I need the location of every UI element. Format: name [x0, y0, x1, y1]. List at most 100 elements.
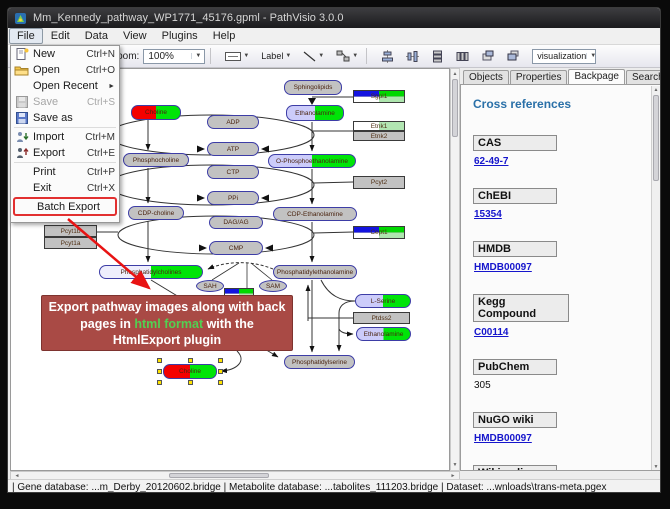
file-menu-print[interactable]: PrintCtrl+P	[11, 164, 119, 180]
label-tool-button[interactable]: Label ▼	[258, 48, 294, 65]
gene-box-ptdss2[interactable]: Ptdss2	[353, 312, 410, 324]
node-ctp[interactable]: CTP	[207, 165, 259, 179]
stack-horizontal-button[interactable]	[453, 48, 472, 65]
node-l-serine[interactable]: L-Serine	[355, 294, 411, 308]
selection-handle[interactable]	[188, 380, 193, 385]
node-adp[interactable]: ADP	[207, 115, 259, 129]
menu-edit[interactable]: Edit	[44, 29, 77, 43]
cross-reference-link[interactable]: C00114	[474, 327, 661, 338]
tab-properties[interactable]: Properties	[510, 70, 568, 85]
node-choline-selected[interactable]: Choline	[163, 364, 217, 379]
file-menu-new[interactable]: NewCtrl+N	[11, 46, 119, 62]
align-center-y-button[interactable]	[403, 48, 422, 65]
bring-to-front-button[interactable]	[478, 48, 497, 65]
gene-box-sgpl1[interactable]: Sgpl1	[353, 90, 405, 103]
file-menu-exit[interactable]: ExitCtrl+X	[11, 180, 119, 196]
tab-backpage[interactable]: Backpage	[568, 69, 624, 85]
title-bar[interactable]: Mm_Kennedy_pathway_WP1771_45176.gpml - P…	[8, 8, 660, 28]
gene-box-etnk1[interactable]: Etnk1	[353, 121, 405, 131]
label-tool-text: Label	[261, 51, 283, 61]
node-phosphatidylethanolamine[interactable]: Phosphatidylethanolamine	[273, 265, 357, 279]
stack-vertical-button[interactable]	[428, 48, 447, 65]
node-sam[interactable]: SAM	[259, 280, 287, 292]
chevron-down-icon[interactable]: ▼	[243, 53, 249, 59]
backpage-section-cas: CAS 62-49-7	[473, 135, 661, 167]
menu-file[interactable]: File	[9, 28, 43, 44]
shape-tool-button[interactable]: ▼	[333, 48, 361, 65]
node-dag-ag[interactable]: DAG/AG	[209, 216, 263, 229]
selection-handle[interactable]	[157, 369, 162, 374]
save-as-icon	[14, 112, 30, 124]
node-ethanolamine[interactable]: Ethanolamine	[286, 105, 344, 121]
node-cmp[interactable]: CMP	[209, 241, 263, 255]
section-header: ChEBI	[473, 188, 557, 204]
align-center-x-button[interactable]	[378, 48, 397, 65]
node-phosphocholine[interactable]: Phosphocholine	[123, 153, 189, 167]
cross-reference-link[interactable]: HMDB00097	[474, 433, 661, 444]
scroll-up-icon[interactable]: ▲	[451, 71, 459, 77]
status-bar: | Gene database: ...m_Derby_20120602.bri…	[8, 479, 660, 493]
canvas-vertical-scrollbar[interactable]: ▲ ▼	[450, 68, 460, 471]
cross-reference-link[interactable]: HMDB00097	[474, 262, 661, 273]
file-menu-batch-export[interactable]: Batch Export	[15, 199, 115, 214]
scroll-down-icon[interactable]: ▼	[451, 462, 459, 468]
file-menu-save[interactable]: SaveCtrl+S	[11, 94, 119, 110]
node-ppi[interactable]: PPi	[207, 191, 259, 205]
file-menu-import[interactable]: ImportCtrl+M	[11, 129, 119, 145]
gene-product-tool-button[interactable]: ▼	[222, 48, 252, 65]
menu-data[interactable]: Data	[78, 29, 115, 43]
file-menu-export[interactable]: ExportCtrl+E	[11, 145, 119, 161]
node-sphingolipids[interactable]: Sphingolipids	[284, 80, 342, 95]
node-choline[interactable]: Choline	[131, 105, 181, 120]
scrollbar-thumb[interactable]	[169, 473, 269, 478]
chevron-down-icon[interactable]: ▼	[586, 53, 599, 59]
chevron-down-icon[interactable]: ▼	[352, 53, 358, 59]
node-atp[interactable]: ATP	[207, 142, 259, 156]
scrollbar-thumb[interactable]	[653, 95, 659, 181]
cross-reference-link[interactable]: 62-49-7	[474, 156, 661, 167]
selection-handle[interactable]	[218, 369, 223, 374]
zoom-combobox[interactable]: 100% ▼	[143, 49, 205, 64]
shape-tool-icon	[336, 50, 350, 62]
scroll-up-icon[interactable]: ▲	[652, 87, 660, 93]
selection-handle[interactable]	[218, 380, 223, 385]
node-cdp-ethanolamine[interactable]: CDP-Ethanolamine	[273, 207, 357, 221]
annotation-callout: Export pathway images along with back pa…	[41, 295, 293, 351]
node-o-phosphoethanolamine[interactable]: O-Phosphoethanolamine	[268, 154, 356, 168]
send-to-back-button[interactable]	[503, 48, 522, 65]
selection-handle[interactable]	[157, 358, 162, 363]
file-menu-open-recent[interactable]: Open Recent ►	[11, 78, 119, 94]
gene-box-etnk2[interactable]: Etnk2	[353, 131, 405, 141]
cross-reference-value: 305	[474, 380, 661, 391]
node-ethanolamine-2[interactable]: Ethanolamine	[356, 327, 411, 341]
cross-reference-link[interactable]: 15354	[474, 209, 661, 220]
gene-box-cept1[interactable]: Cept1	[353, 226, 405, 239]
toolbar-separator	[366, 48, 367, 64]
selection-handle[interactable]	[218, 358, 223, 363]
node-phosphatidylcholines[interactable]: Phosphatidylcholines	[99, 265, 203, 279]
node-cdp-choline[interactable]: CDP-choline	[128, 206, 184, 220]
gene-box-pcyt2[interactable]: Pcyt2	[353, 176, 405, 189]
tab-search[interactable]: Search	[626, 70, 661, 85]
chevron-down-icon[interactable]: ▼	[318, 53, 324, 59]
menu-view[interactable]: View	[116, 29, 154, 43]
menu-help[interactable]: Help	[206, 29, 243, 43]
visualization-combobox[interactable]: visualization ▼	[532, 49, 596, 64]
line-tool-button[interactable]: ▼	[300, 48, 327, 65]
scroll-down-icon[interactable]: ▼	[652, 464, 660, 470]
section-header: NuGO wiki	[473, 412, 557, 428]
node-sah[interactable]: SAH	[196, 280, 224, 292]
selection-handle[interactable]	[157, 380, 162, 385]
file-menu-save-as[interactable]: Save as	[11, 110, 119, 126]
panel-scrollbar[interactable]: ▲ ▼	[651, 86, 660, 471]
file-menu-open[interactable]: OpenCtrl+O	[11, 62, 119, 78]
scrollbar-thumb[interactable]	[452, 79, 458, 137]
tab-objects[interactable]: Objects	[463, 70, 509, 85]
node-phosphatidylserine[interactable]: Phosphatidylserine	[284, 355, 355, 369]
chevron-down-icon[interactable]: ▼	[191, 53, 204, 59]
menu-plugins[interactable]: Plugins	[155, 29, 205, 43]
gene-box-pcyt1a[interactable]: Pcyt1a	[44, 237, 97, 249]
chevron-down-icon[interactable]: ▼	[285, 53, 291, 59]
gene-box-pcyt1b[interactable]: Pcyt1b	[44, 225, 97, 237]
selection-handle[interactable]	[188, 358, 193, 363]
